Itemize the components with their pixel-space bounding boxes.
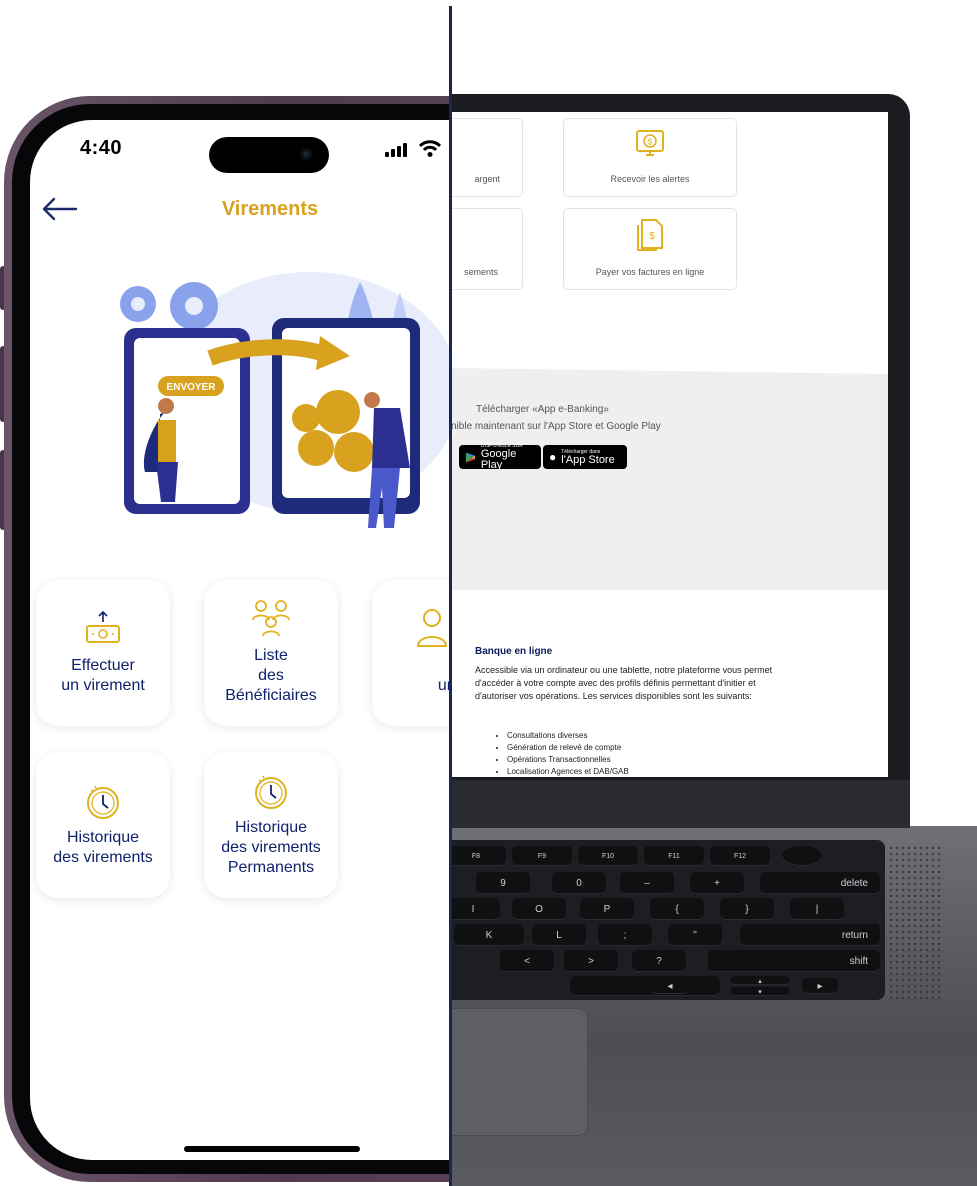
online-banking-title: Banque en ligne xyxy=(475,646,553,657)
download-section xyxy=(451,368,888,590)
key-space[interactable] xyxy=(570,976,720,996)
tile-add-beneficiary[interactable]: Ajout un bénéf xyxy=(372,580,451,726)
tile-transfer-history[interactable]: Historique des virements xyxy=(36,752,170,898)
tile-line: des virements xyxy=(221,839,321,856)
key-question[interactable]: ? xyxy=(632,950,686,972)
key-f11[interactable]: F11 xyxy=(644,846,704,866)
tile-line: Historique xyxy=(66,829,140,846)
monitor-dollar-icon: $ xyxy=(636,130,664,156)
users-group-icon xyxy=(252,600,290,637)
tile-line: Effectuer xyxy=(71,657,135,674)
tile-line: un virement xyxy=(61,677,145,694)
send-label: ENVOYER xyxy=(167,382,217,393)
key-arrow-right[interactable]: ▸ xyxy=(802,978,838,994)
key-f10[interactable]: F10 xyxy=(578,846,638,866)
card-label: sements xyxy=(463,267,498,277)
key-9[interactable]: 9 xyxy=(476,872,530,894)
key-p[interactable]: P xyxy=(580,898,634,920)
google-play-button[interactable]: DISPONIBLE SUR Google Play xyxy=(459,443,541,471)
key-k[interactable]: K xyxy=(454,924,524,946)
home-indicator[interactable] xyxy=(184,1146,360,1152)
key-arrow-up[interactable]: ▴ xyxy=(730,976,790,985)
clock-history-icon xyxy=(87,785,119,819)
key-return[interactable]: return xyxy=(740,924,880,946)
card-label: Recevoir les alertes xyxy=(610,174,690,184)
laptop-screen: argent $ Recevoir les alertes sements $ … xyxy=(451,112,888,777)
google-play-icon xyxy=(465,452,475,462)
speaker-grille xyxy=(888,845,944,1000)
tile-make-transfer[interactable]: Effectuer un virement xyxy=(36,580,170,726)
money-up-icon xyxy=(86,610,120,643)
key-lbrace[interactable]: { xyxy=(650,898,704,920)
key-o[interactable]: O xyxy=(512,898,566,920)
list-item: Opérations Transactionnelles xyxy=(507,754,629,766)
list-item: Localisation Agences et DAB/GAB xyxy=(507,766,629,777)
key-quote[interactable]: " xyxy=(668,924,722,946)
download-subtitle: nible maintenant sur l'App Store et Goog… xyxy=(451,421,661,432)
key-f8[interactable]: F8 xyxy=(451,846,506,866)
key-semicolon[interactable]: ; xyxy=(598,924,652,946)
status-time: 4:40 xyxy=(80,137,123,159)
online-banking-text: Accessible via un ordinateur ou une tabl… xyxy=(475,665,773,701)
tile-line: Liste xyxy=(254,647,288,664)
key-delete[interactable]: delete xyxy=(760,872,880,894)
app-store-big: l'App Store xyxy=(561,453,615,466)
tile-beneficiaries-list[interactable]: Liste des Bénéficiaires xyxy=(204,580,338,726)
tile-line: Ajout xyxy=(382,656,452,676)
list-item: Génération de relevé de compte xyxy=(507,742,629,754)
power-key[interactable] xyxy=(782,846,822,866)
key-shift[interactable]: shift xyxy=(708,950,880,972)
key-i[interactable]: I xyxy=(451,898,500,920)
tile-line: des virements xyxy=(53,849,153,866)
card-label: argent xyxy=(474,174,500,184)
add-user-icon xyxy=(416,609,448,647)
keyboard: F8 F9 F10 F11 F12 9 0 – + delete I O P {… xyxy=(451,840,885,1000)
service-card-bills[interactable]: $ Payer vos factures en ligne xyxy=(563,208,737,290)
download-title: Télécharger «App e-Banking» xyxy=(476,404,609,415)
key-l[interactable]: L xyxy=(532,924,586,946)
transfer-illustration: ENVOYER xyxy=(120,272,450,528)
app-store-button[interactable]: ● Télécharger dans l'App Store xyxy=(543,445,627,469)
key-f9[interactable]: F9 xyxy=(512,846,572,866)
google-play-big: Google Play xyxy=(480,448,517,471)
clock-history-icon xyxy=(255,775,287,809)
tile-line: Permanents xyxy=(227,859,315,876)
card-label: Payer vos factures en ligne xyxy=(595,267,705,277)
tile-line: Bénéficiaires xyxy=(225,687,317,704)
service-card-send-money[interactable]: argent xyxy=(451,118,523,197)
service-card-payments[interactable]: sements xyxy=(451,208,523,290)
key-greater[interactable]: > xyxy=(564,950,618,972)
tile-line: des xyxy=(258,667,284,684)
page-title: Virements xyxy=(221,198,319,220)
front-camera xyxy=(300,148,312,160)
phone-mockup: 4:40 Virements ENVOYER Effectuer un vire… xyxy=(0,0,451,1186)
key-minus[interactable]: – xyxy=(620,872,674,894)
key-less[interactable]: < xyxy=(500,950,554,972)
key-rbrace[interactable]: } xyxy=(720,898,774,920)
back-arrow-icon[interactable] xyxy=(40,196,80,222)
key-plus[interactable]: + xyxy=(690,872,744,894)
key-arrow-down[interactable]: ▾ xyxy=(730,987,790,996)
split-divider xyxy=(449,6,452,1186)
key-arrow-left[interactable]: ◂ xyxy=(652,978,688,994)
tile-permanent-transfers-history[interactable]: Historique des virements Permanents xyxy=(204,752,338,898)
key-f12[interactable]: F12 xyxy=(710,846,770,866)
svg-text:$: $ xyxy=(649,231,655,242)
tile-line: Historique xyxy=(234,819,308,836)
service-card-alerts[interactable]: $ Recevoir les alertes xyxy=(563,118,737,197)
list-item: Consultations diverses xyxy=(507,730,629,742)
services-list: Consultations diverses Génération de rel… xyxy=(491,730,629,777)
key-0[interactable]: 0 xyxy=(552,872,606,894)
wifi-icon xyxy=(419,140,441,157)
invoice-dollar-icon: $ xyxy=(637,219,663,251)
signal-icon xyxy=(385,143,407,157)
svg-text:$: $ xyxy=(648,138,653,147)
apple-icon: ● xyxy=(549,450,557,464)
key-pipe[interactable]: | xyxy=(790,898,844,920)
tile-line: un bénéf xyxy=(437,677,451,694)
laptop-hinge xyxy=(451,780,910,828)
